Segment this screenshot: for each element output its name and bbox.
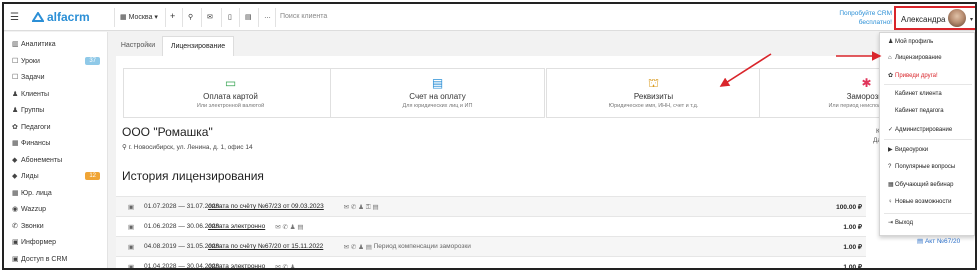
annotation-arrows — [719, 51, 882, 87]
arrow-to-requisites — [719, 53, 772, 87]
app-window: ☰ alfacrm ▦ Москва ▾ + ⚲ ✉ ▯ ▤ … Поиск к… — [2, 2, 977, 270]
